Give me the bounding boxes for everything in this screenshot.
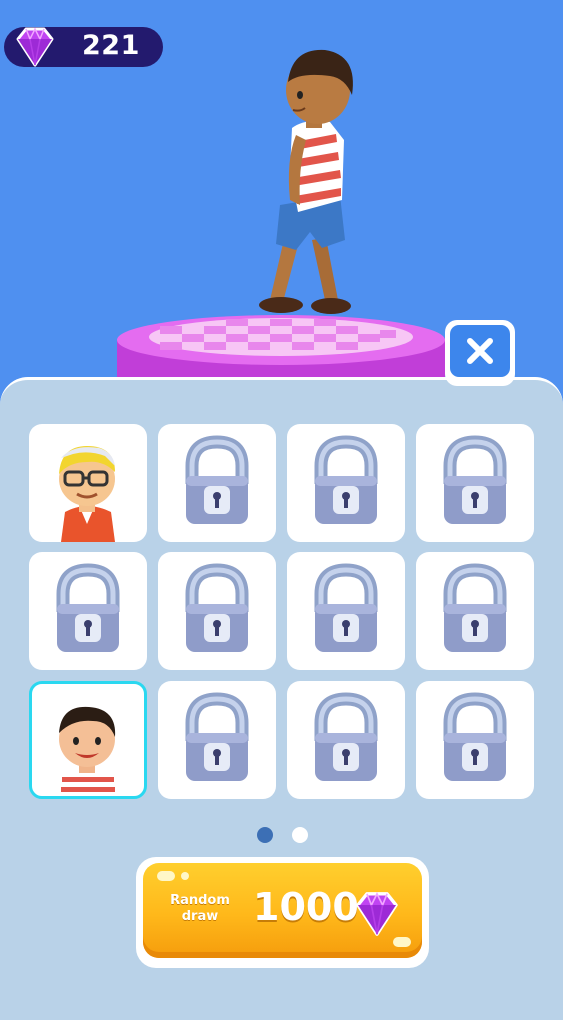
skin-tile-9-selected[interactable]	[29, 681, 147, 799]
skin-tile-3[interactable]	[287, 424, 405, 542]
close-icon	[467, 338, 493, 364]
lock-icon	[56, 563, 120, 652]
lock-icon	[185, 563, 249, 652]
purple-diamond-icon	[16, 27, 54, 67]
lock-icon	[443, 692, 507, 781]
skin-tile-5[interactable]	[29, 552, 147, 670]
character-avatar-striped-shirt	[59, 706, 117, 796]
close-button[interactable]	[445, 320, 515, 386]
lock-icon	[314, 692, 378, 781]
lock-icon	[314, 435, 378, 524]
random-draw-label: Random draw	[170, 893, 230, 924]
skin-tile-6[interactable]	[158, 552, 276, 670]
lock-icon	[185, 435, 249, 524]
lock-icon	[443, 563, 507, 652]
page-dot-2[interactable]	[292, 827, 308, 843]
character-model	[259, 49, 353, 314]
skin-tile-10[interactable]	[158, 681, 276, 799]
lock-icon	[314, 563, 378, 652]
character-avatar-glasses	[59, 446, 115, 542]
draw-price: 1000	[253, 885, 359, 929]
gem-counter: 221	[4, 27, 163, 67]
lock-icon	[185, 692, 249, 781]
gem-count: 221	[82, 30, 140, 61]
skin-tile-2[interactable]	[158, 424, 276, 542]
random-draw-button[interactable]: Random draw 1000	[136, 857, 429, 968]
purple-diamond-icon	[356, 891, 398, 936]
pedestal	[117, 315, 445, 380]
skin-tile-1[interactable]	[29, 424, 147, 542]
skin-tile-11[interactable]	[287, 681, 405, 799]
skin-tile-7[interactable]	[287, 552, 405, 670]
page-dot-1-active[interactable]	[257, 827, 273, 843]
skin-tile-12[interactable]	[416, 681, 534, 799]
skin-tile-4[interactable]	[416, 424, 534, 542]
lock-icon	[443, 435, 507, 524]
skin-tile-8[interactable]	[416, 552, 534, 670]
